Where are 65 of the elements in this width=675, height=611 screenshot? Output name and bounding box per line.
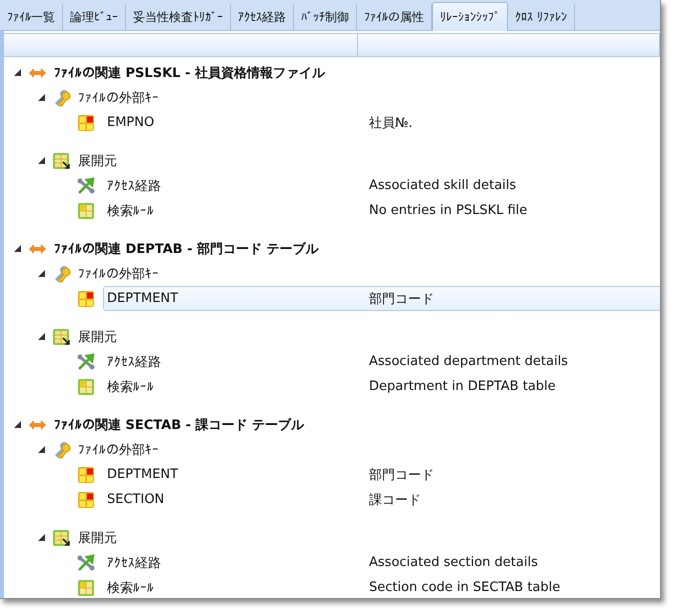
collapse-triangle-icon[interactable] xyxy=(38,534,45,541)
tree-row[interactable]: 検索ﾙｰﾙ Department in DEPTAB table xyxy=(103,374,660,399)
relation-label: ﾌｧｲﾙの関連 PSLSKL - 社員資格情報ファイル xyxy=(54,64,325,82)
grid-icon xyxy=(77,490,96,508)
item-name: EMPNO xyxy=(106,115,156,130)
grid-icon xyxy=(77,114,96,132)
section-label: 展開元 xyxy=(78,530,117,546)
item-name: DEPTMENT xyxy=(106,291,180,306)
tab[interactable]: ﾊﾞｯﾁ制御 xyxy=(294,4,357,30)
tree-row[interactable]: ｱｸｾｽ経路 Associated section details xyxy=(103,550,660,575)
collapse-triangle-icon[interactable] xyxy=(14,69,21,76)
table-icon xyxy=(77,578,96,596)
section-label: 展開元 xyxy=(78,152,117,170)
section-label: ﾌｧｲﾙの外部ｷｰ xyxy=(78,442,159,458)
tree-row[interactable]: SECTION 課コード xyxy=(103,487,660,512)
item-name: ｱｸｾｽ経路 xyxy=(106,178,162,194)
tree-row[interactable]: DEPTMENT 部門コード xyxy=(103,462,660,487)
tab[interactable]: ﾘﾚｰｼｮﾝｼｯﾌﾟ xyxy=(432,2,508,31)
grid-icon xyxy=(77,290,96,308)
tab[interactable]: ｸﾛｽ ﾘﾌｧﾚﾝ xyxy=(508,4,575,30)
item-description: 課コード xyxy=(369,492,421,508)
item-description: Associated skill details xyxy=(369,178,516,193)
item-description: Department in DEPTAB table xyxy=(369,379,556,394)
item-description: Associated department details xyxy=(369,354,568,369)
item-description: Section code in SECTAB table xyxy=(369,580,560,595)
item-name: 検索ﾙｰﾙ xyxy=(106,580,155,596)
relation-label: ﾌｧｲﾙの関連 SECTAB - 課コード テーブル xyxy=(54,416,304,434)
tab[interactable]: 妥当性検査ﾄﾘｶﾞｰ xyxy=(126,4,231,30)
collapse-triangle-icon[interactable] xyxy=(38,333,45,340)
section-label: ﾌｧｲﾙの外部ｷｰ xyxy=(78,266,159,282)
collapse-triangle-icon[interactable] xyxy=(38,157,45,164)
tree-row[interactable]: ｱｸｾｽ経路 Associated department details xyxy=(103,349,660,374)
tree-row[interactable]: DEPTMENT 部門コード xyxy=(103,286,660,311)
item-name: DEPTMENT xyxy=(106,467,180,482)
item-description: Associated section details xyxy=(369,555,538,570)
item-name: SECTION xyxy=(106,492,166,507)
item-description: 社員№. xyxy=(369,114,413,132)
item-description: 部門コード xyxy=(369,466,434,484)
item-description: 部門コード xyxy=(369,290,434,308)
tree-row[interactable]: EMPNO 社員№. xyxy=(103,110,660,135)
collapse-triangle-icon[interactable] xyxy=(14,421,21,428)
item-name: 検索ﾙｰﾙ xyxy=(106,202,155,220)
tab[interactable]: 論理ﾋﾞｭｰ xyxy=(63,4,126,30)
wrench-arrow-icon xyxy=(77,352,96,370)
collapse-triangle-icon[interactable] xyxy=(38,270,45,277)
table-icon xyxy=(77,378,96,396)
section-label: 展開元 xyxy=(78,328,117,346)
grid-icon xyxy=(77,466,96,484)
relation-label: ﾌｧｲﾙの関連 DEPTAB - 部門コード テーブル xyxy=(54,240,319,258)
tree-row[interactable]: 検索ﾙｰﾙ No entries in PSLSKL file xyxy=(103,198,660,223)
collapse-triangle-icon[interactable] xyxy=(14,245,21,252)
collapse-triangle-icon[interactable] xyxy=(38,446,45,453)
section-label: ﾌｧｲﾙの外部ｷｰ xyxy=(78,90,159,106)
item-name: 検索ﾙｰﾙ xyxy=(106,378,155,396)
item-description: No entries in PSLSKL file xyxy=(369,203,528,218)
tree-row[interactable]: ｱｸｾｽ経路 Associated skill details xyxy=(103,173,660,198)
tab[interactable]: ﾌｧｲﾙ一覧 xyxy=(0,4,63,30)
wrench-arrow-icon xyxy=(77,176,96,194)
item-name: ｱｸｾｽ経路 xyxy=(106,554,162,572)
tree-row[interactable]: 検索ﾙｰﾙ Section code in SECTAB table xyxy=(103,575,660,598)
tab[interactable]: ｱｸｾｽ経路 xyxy=(231,4,294,30)
wrench-arrow-icon xyxy=(77,554,96,572)
table-icon xyxy=(77,202,96,220)
item-name: ｱｸｾｽ経路 xyxy=(106,354,162,370)
collapse-triangle-icon[interactable] xyxy=(38,94,45,101)
